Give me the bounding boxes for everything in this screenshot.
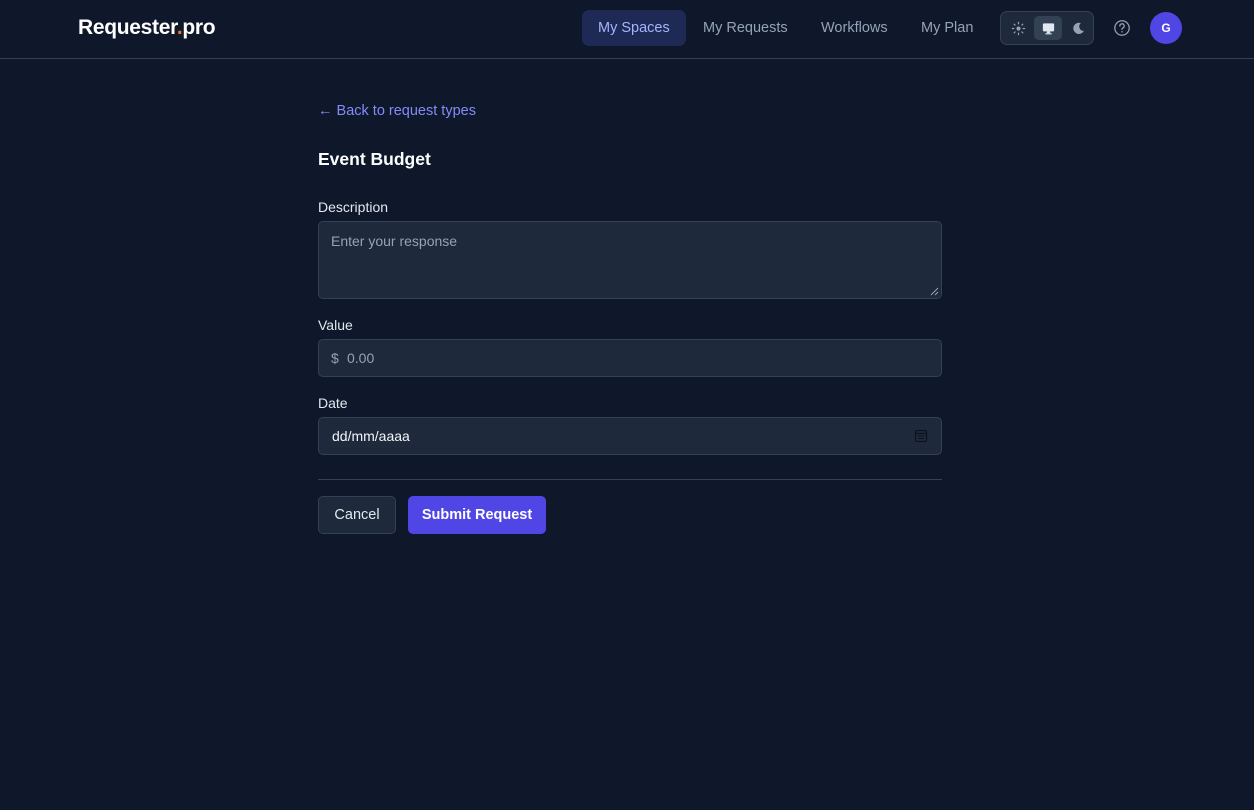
moon-icon [1072,22,1084,34]
theme-switcher [1000,11,1094,45]
help-circle-icon [1114,20,1130,36]
date-input-value: dd/mm/aaaa [332,428,410,444]
nav-workflows[interactable]: Workflows [805,10,904,46]
date-label: Date [318,395,348,411]
back-to-request-types-link[interactable]: ← Back to request types [318,103,476,119]
description-label: Description [318,199,389,215]
calendar-icon[interactable] [914,429,928,443]
currency-symbol: $ [331,350,339,366]
description-textarea[interactable] [318,221,942,299]
logo-tld-text: pro [182,16,216,39]
help-button[interactable] [1112,18,1132,38]
theme-dark-button[interactable] [1064,16,1092,40]
value-field: $ [318,339,942,377]
submit-request-button[interactable]: Submit Request [408,496,546,534]
theme-system-button[interactable] [1034,16,1062,40]
logo-main-text: Requester [78,16,177,39]
nav-my-requests[interactable]: My Requests [687,10,804,46]
top-navigation-bar: Requester.pro My Spaces My Requests Work… [0,0,1254,59]
nav-my-plan[interactable]: My Plan [905,10,989,46]
date-input[interactable]: dd/mm/aaaa [318,417,942,455]
form-divider [318,479,942,480]
user-avatar[interactable]: G [1150,12,1182,44]
cancel-button[interactable]: Cancel [318,496,396,534]
sun-icon [1011,21,1025,35]
value-label: Value [318,317,353,333]
nav-my-spaces[interactable]: My Spaces [582,10,686,46]
app-logo[interactable]: Requester.pro [78,16,216,40]
theme-light-button[interactable] [1004,16,1032,40]
resize-handle-icon[interactable] [930,287,939,296]
page-title: Event Budget [318,149,431,169]
monitor-icon [1042,22,1054,34]
value-input[interactable] [347,340,927,376]
